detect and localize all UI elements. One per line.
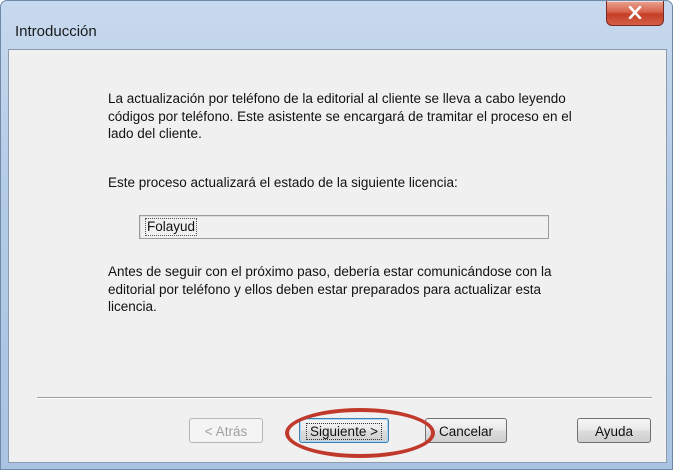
help-button[interactable]: Ayuda bbox=[577, 418, 651, 443]
back-button-label: < Atrás bbox=[204, 424, 248, 439]
license-name-value: Folayud bbox=[145, 218, 198, 236]
next-button[interactable]: Siguiente > bbox=[299, 418, 389, 443]
back-button[interactable]: < Atrás bbox=[189, 418, 263, 443]
cancel-button[interactable]: Cancelar bbox=[425, 418, 507, 443]
button-separator bbox=[37, 397, 652, 399]
window-title: Introducción bbox=[15, 23, 97, 40]
title-bar[interactable]: Introducción bbox=[1, 1, 672, 49]
close-button[interactable] bbox=[606, 1, 664, 26]
warning-text: Antes de seguir con el próximo paso, deb… bbox=[108, 264, 552, 314]
close-icon bbox=[628, 6, 642, 19]
license-prompt: Este proceso actualizará el estado de la… bbox=[108, 175, 458, 190]
dialog-window: Introducción La actualización por teléfo… bbox=[0, 0, 673, 470]
cancel-button-label: Cancelar bbox=[438, 424, 494, 439]
intro-text: La actualización por teléfono de la edit… bbox=[108, 91, 572, 141]
wizard-content-area: La actualización por teléfono de la edit… bbox=[8, 49, 667, 463]
next-button-label: Siguiente > bbox=[306, 423, 382, 440]
license-name-field[interactable]: Folayud bbox=[139, 215, 549, 239]
help-button-label: Ayuda bbox=[594, 424, 634, 439]
